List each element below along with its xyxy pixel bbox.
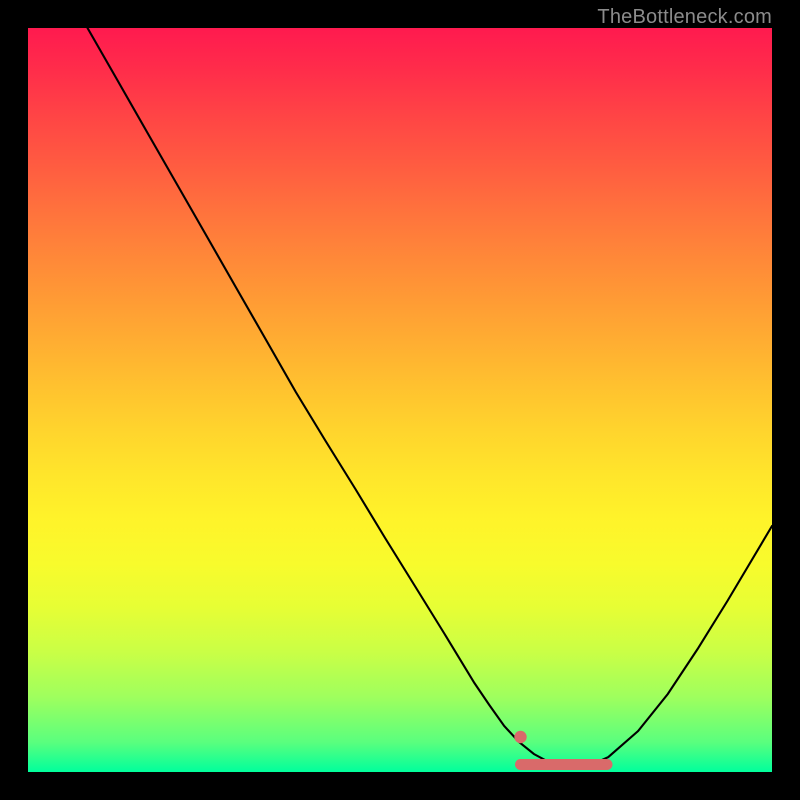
curve-group — [88, 28, 773, 766]
chart-frame: TheBottleneck.com — [0, 0, 800, 800]
plot-area — [28, 28, 772, 772]
main-curve — [88, 28, 773, 766]
chart-svg — [28, 28, 772, 772]
valley-dot-icon — [514, 731, 526, 743]
attribution-text: TheBottleneck.com — [597, 6, 772, 29]
